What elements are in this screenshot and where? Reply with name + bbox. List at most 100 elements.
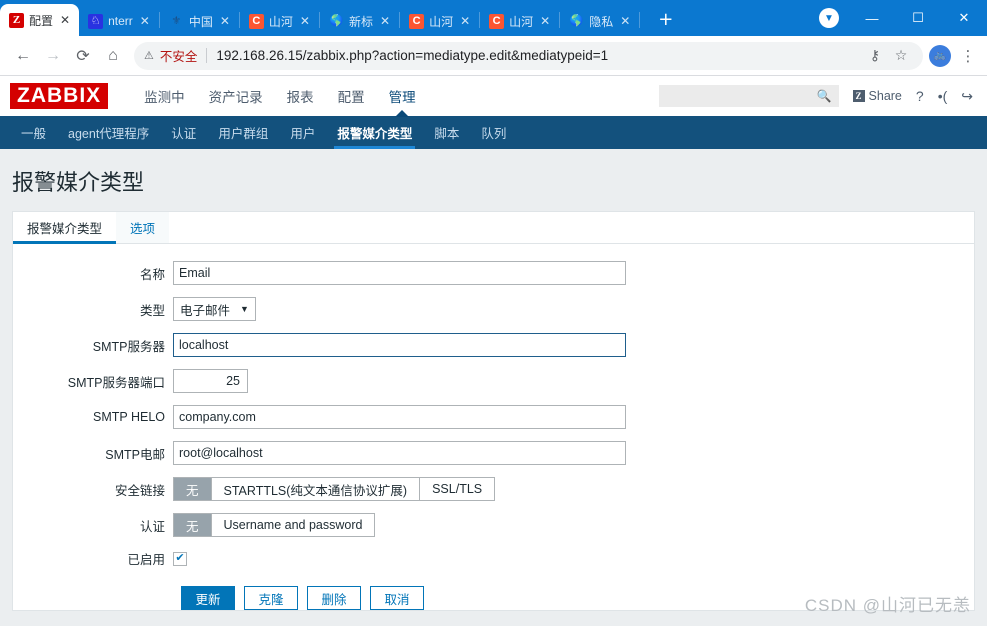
subnav-item-proxies[interactable]: agent代理程序 [57,116,160,149]
url-text: 192.168.26.15/zabbix.php?action=mediatyp… [216,48,609,63]
search-icon[interactable]: 🔍 [817,89,832,103]
delete-button[interactable]: 删除 [307,586,361,610]
zabbix-sub-navigation: 一般 agent代理程序 认证 用户群组 用户 报警媒介类型 脚本 队列 [0,116,987,149]
csdn-favicon-icon: C [409,13,425,29]
support-icon[interactable]: •( [938,88,948,104]
key-icon[interactable]: ⚷ [863,41,887,71]
browser-tab-title: 配置 [29,13,54,28]
label-authentication: 认证 [139,519,165,534]
close-icon[interactable]: ✕ [538,14,552,28]
menu-item-inventory[interactable]: 资产记录 [197,76,275,116]
zabbix-main-menu: 监测中 资产记录 报表 配置 管理 [132,76,428,116]
forward-icon[interactable]: → [38,41,68,71]
subnav-item-media-types[interactable]: 报警媒介类型 [326,116,423,149]
browser-tab-title: 隐私 [589,14,614,29]
browser-tab-1[interactable]: Z 配置 ✕ [0,4,80,36]
warning-triangle-icon: ⚠ [144,50,154,62]
browser-tab-title: 山河 [429,14,454,29]
minimize-button[interactable]: — [849,0,895,36]
authentication-option-username-password[interactable]: Username and password [211,514,375,536]
baidu-favicon-icon: ♘ [88,13,104,29]
back-icon[interactable]: ← [8,41,38,71]
window-close-button[interactable]: ✕ [941,0,987,36]
close-icon[interactable]: ✕ [618,14,632,28]
menu-item-configuration[interactable]: 配置 [326,76,377,116]
label-connection-security: 安全链接 [114,483,165,498]
close-icon[interactable]: ✕ [138,14,152,28]
reload-icon[interactable]: ⟳ [68,41,98,71]
form-row-enabled: 已启用 ✔ [13,549,974,568]
browser-tab-8[interactable]: 🌎 隐私 ✕ [560,6,639,36]
avatar[interactable]: 🚲 [929,44,951,67]
zabbix-header-actions: 🔍 Z Share ? •( ↪ [658,85,973,107]
label-smtp-server: SMTP服务器 [92,339,165,354]
browser-tab-6[interactable]: C 山河 ✕ [400,6,479,36]
watermark: CSDN @山河已无恙 [804,596,971,615]
tab-options[interactable]: 选项 [116,212,170,243]
smtp-port-input[interactable] [173,369,248,393]
authentication-option-none[interactable]: 无 [174,514,212,536]
browser-tab-4[interactable]: C 山河 ✕ [240,6,319,36]
subnav-item-user-groups[interactable]: 用户群组 [207,116,279,149]
browser-tab-2[interactable]: ♘ nterr ✕ [79,6,159,36]
media-type-form-card: 报警媒介类型 选项 名称 类型 电子邮件 ▼ SMTP服 [12,211,975,611]
type-select[interactable]: 电子邮件 ▼ [173,297,256,321]
close-icon[interactable]: ✕ [58,13,72,27]
share-button[interactable]: Z Share [852,89,902,103]
browser-tab-3[interactable]: ⚜ 中国 ✕ [160,6,239,36]
subnav-item-scripts[interactable]: 脚本 [423,116,470,149]
smtp-server-input[interactable] [173,333,626,357]
telecom-favicon-icon: ⚜ [171,14,182,27]
enabled-checkbox[interactable]: ✔ [173,551,187,566]
name-input[interactable] [173,261,626,285]
type-select-value: 电子邮件 [180,303,231,318]
star-icon[interactable]: ☆ [889,41,913,71]
csdn-favicon-icon: C [248,13,264,29]
connection-security-option-starttls[interactable]: STARTTLS(纯文本通信协议扩展) [211,478,421,500]
home-icon[interactable]: ⌂ [98,41,128,71]
smtp-helo-input[interactable] [173,405,626,429]
sign-out-icon[interactable]: ↪ [961,88,973,105]
cancel-button[interactable]: 取消 [370,586,424,610]
subnav-item-authentication[interactable]: 认证 [160,116,207,149]
help-icon[interactable]: ? [916,88,924,104]
smtp-email-input[interactable] [173,441,626,465]
update-button[interactable]: 更新 [181,586,235,610]
clone-button[interactable]: 克隆 [244,586,298,610]
menu-item-monitoring[interactable]: 监测中 [132,76,197,116]
browser-tab-7[interactable]: C 山河 ✕ [480,6,559,36]
subnav-item-users[interactable]: 用户 [279,116,326,149]
tab-search-icon[interactable]: ▼ [819,8,839,28]
subnav-item-general[interactable]: 一般 [10,116,57,149]
form-row-smtp-email: SMTP电邮 [13,441,974,465]
maximize-button[interactable]: ☐ [895,0,941,36]
browser-menu-icon[interactable]: ⋮ [957,47,979,65]
close-icon[interactable]: ✕ [298,14,312,28]
close-icon[interactable]: ✕ [218,14,232,28]
tab-media-type[interactable]: 报警媒介类型 [13,212,117,244]
media-type-form: 名称 类型 电子邮件 ▼ SMTP服务器 [13,244,974,610]
global-search[interactable]: 🔍 [658,85,839,107]
zabbix-logo[interactable]: ZABBIX [10,83,109,109]
menu-item-reports[interactable]: 报表 [275,76,326,116]
connection-security-option-none[interactable]: 无 [174,478,212,500]
close-icon[interactable]: ✕ [458,14,472,28]
form-row-name: 名称 [13,261,974,285]
page-content: 报警媒介类型 报警媒介类型 选项 名称 类型 电子邮件 ▼ [0,149,987,626]
page-title: 报警媒介类型 [12,170,145,195]
address-bar[interactable]: ⚠ 不安全 192.168.26.15/zabbix.php?action=me… [134,41,923,71]
subnav-item-queue[interactable]: 队列 [470,116,517,149]
new-tab-button[interactable]: + [652,11,679,29]
close-icon[interactable]: ✕ [378,14,392,28]
menu-item-administration[interactable]: 管理 [377,76,428,116]
form-tab-list: 报警媒介类型 选项 [13,212,974,244]
search-input[interactable] [665,88,817,104]
browser-tab-title: 新标 [348,14,373,29]
label-smtp-port: SMTP服务器端口 [67,375,165,390]
browser-tab-5[interactable]: 🌎 新标 ✕ [320,6,399,36]
security-status-label: 不安全 [159,50,198,64]
connection-security-option-ssl-tls[interactable]: SSL/TLS [420,478,495,500]
omnibox-divider [206,48,208,63]
browser-tab-title: nterr [108,14,133,28]
label-enabled: 已启用 [127,553,165,567]
